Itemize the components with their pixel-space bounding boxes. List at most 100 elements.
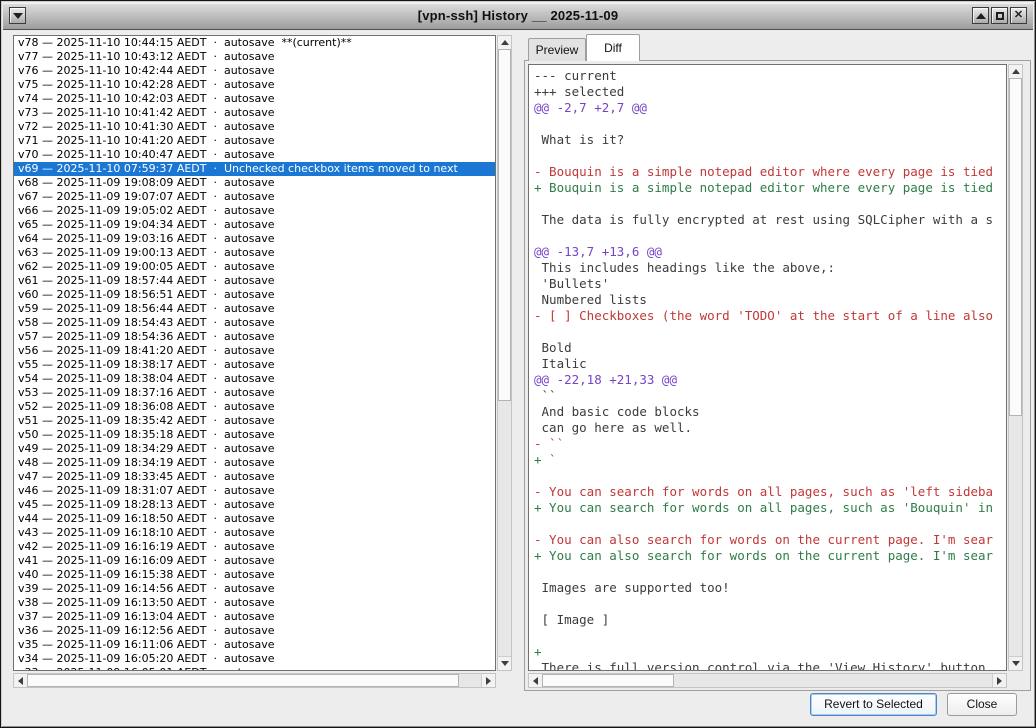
history-version-row[interactable]: v75 — 2025-11-10 10:42:28 AEDT · autosav… bbox=[14, 78, 495, 92]
scroll-down-icon bbox=[1012, 661, 1020, 666]
history-window: [vpn-ssh] History __ 2025-11-09 ✕ v78 — … bbox=[0, 0, 1036, 728]
history-list-hscrollbar[interactable] bbox=[13, 673, 496, 688]
history-version-row[interactable]: v43 — 2025-11-09 16:18:10 AEDT · autosav… bbox=[14, 526, 495, 540]
diff-line: + You can search for words on all pages,… bbox=[534, 500, 1006, 516]
tab-diff[interactable]: Diff bbox=[586, 34, 640, 61]
diff-hscroll-thumb[interactable] bbox=[542, 674, 674, 687]
diff-line bbox=[534, 468, 1006, 484]
diff-line: `` bbox=[534, 388, 1006, 404]
close-button[interactable]: Close bbox=[947, 693, 1017, 716]
history-version-row[interactable]: v66 — 2025-11-09 19:05:02 AEDT · autosav… bbox=[14, 204, 495, 218]
history-version-row[interactable]: v38 — 2025-11-09 16:13:50 AEDT · autosav… bbox=[14, 596, 495, 610]
shade-button[interactable] bbox=[972, 7, 989, 24]
history-version-row[interactable]: v60 — 2025-11-09 18:56:51 AEDT · autosav… bbox=[14, 288, 495, 302]
history-version-row[interactable]: v58 — 2025-11-09 18:54:43 AEDT · autosav… bbox=[14, 316, 495, 330]
diff-line: Bold bbox=[534, 340, 1006, 356]
history-version-row[interactable]: v71 — 2025-11-10 10:41:20 AEDT · autosav… bbox=[14, 134, 495, 148]
revert-to-selected-button[interactable]: Revert to Selected bbox=[810, 693, 937, 716]
history-version-row[interactable]: v41 — 2025-11-09 16:16:09 AEDT · autosav… bbox=[14, 554, 495, 568]
history-version-row[interactable]: v47 — 2025-11-09 18:33:45 AEDT · autosav… bbox=[14, 470, 495, 484]
shade-icon bbox=[976, 13, 986, 19]
history-version-row[interactable]: v78 — 2025-11-10 10:44:15 AEDT · autosav… bbox=[14, 36, 495, 50]
history-version-row[interactable]: v50 — 2025-11-09 18:35:18 AEDT · autosav… bbox=[14, 428, 495, 442]
history-list-vscrollbar[interactable] bbox=[497, 35, 512, 671]
diff-line: The data is fully encrypted at rest usin… bbox=[534, 212, 1006, 228]
diff-line: 'Bullets' bbox=[534, 276, 1006, 292]
history-version-row[interactable]: v48 — 2025-11-09 18:34:19 AEDT · autosav… bbox=[14, 456, 495, 470]
history-version-row[interactable]: v45 — 2025-11-09 18:28:13 AEDT · autosav… bbox=[14, 498, 495, 512]
diff-line: + bbox=[534, 644, 1006, 660]
scroll-down-arrow[interactable] bbox=[1009, 656, 1022, 670]
scroll-left-arrow[interactable] bbox=[14, 674, 28, 687]
history-version-row[interactable]: v46 — 2025-11-09 18:31:07 AEDT · autosav… bbox=[14, 484, 495, 498]
scroll-up-icon bbox=[501, 40, 509, 45]
scroll-up-icon bbox=[1012, 69, 1020, 74]
history-version-row[interactable]: v73 — 2025-11-10 10:41:42 AEDT · autosav… bbox=[14, 106, 495, 120]
history-version-row[interactable]: v39 — 2025-11-09 16:14:56 AEDT · autosav… bbox=[14, 582, 495, 596]
diff-line: And basic code blocks bbox=[534, 404, 1006, 420]
history-version-row[interactable]: v64 — 2025-11-09 19:03:16 AEDT · autosav… bbox=[14, 232, 495, 246]
diff-line: - [ ] Checkboxes (the word 'TODO' at the… bbox=[534, 308, 1006, 324]
history-version-row[interactable]: v44 — 2025-11-09 16:18:50 AEDT · autosav… bbox=[14, 512, 495, 526]
scroll-right-icon bbox=[997, 677, 1002, 685]
history-version-row[interactable]: v57 — 2025-11-09 18:54:36 AEDT · autosav… bbox=[14, 330, 495, 344]
scroll-up-arrow[interactable] bbox=[1009, 65, 1022, 79]
diff-line: This includes headings like the above,: bbox=[534, 260, 1006, 276]
maximize-button[interactable] bbox=[991, 7, 1008, 24]
scroll-left-icon bbox=[533, 677, 538, 685]
history-version-row[interactable]: v33 — 2025-11-09 16:05:01 AEDT · autosav… bbox=[14, 666, 495, 671]
scroll-right-arrow[interactable] bbox=[481, 674, 495, 687]
diff-line: Italic bbox=[534, 356, 1006, 372]
history-version-row[interactable]: v69 — 2025-11-10 07:59:37 AEDT · Uncheck… bbox=[14, 162, 495, 176]
history-version-row[interactable]: v68 — 2025-11-09 19:08:09 AEDT · autosav… bbox=[14, 176, 495, 190]
tab-preview[interactable]: Preview bbox=[528, 38, 586, 61]
history-version-row[interactable]: v40 — 2025-11-09 16:15:38 AEDT · autosav… bbox=[14, 568, 495, 582]
history-version-row[interactable]: v62 — 2025-11-09 19:00:05 AEDT · autosav… bbox=[14, 260, 495, 274]
history-version-row[interactable]: v70 — 2025-11-10 10:40:47 AEDT · autosav… bbox=[14, 148, 495, 162]
diff-line bbox=[534, 596, 1006, 612]
history-version-row[interactable]: v63 — 2025-11-09 19:00:13 AEDT · autosav… bbox=[14, 246, 495, 260]
history-version-row[interactable]: v61 — 2025-11-09 18:57:44 AEDT · autosav… bbox=[14, 274, 495, 288]
scroll-up-arrow[interactable] bbox=[498, 36, 511, 50]
history-list-vscroll-thumb[interactable] bbox=[498, 49, 511, 401]
history-version-row[interactable]: v36 — 2025-11-09 16:12:56 AEDT · autosav… bbox=[14, 624, 495, 638]
history-version-row[interactable]: v35 — 2025-11-09 16:11:06 AEDT · autosav… bbox=[14, 638, 495, 652]
diff-line: +++ selected bbox=[534, 84, 1006, 100]
scroll-down-arrow[interactable] bbox=[498, 656, 511, 670]
title-bar[interactable]: [vpn-ssh] History __ 2025-11-09 ✕ bbox=[3, 3, 1033, 30]
diff-hscrollbar[interactable] bbox=[528, 673, 1007, 688]
history-version-row[interactable]: v72 — 2025-11-10 10:41:30 AEDT · autosav… bbox=[14, 120, 495, 134]
close-window-button[interactable]: ✕ bbox=[1010, 7, 1027, 24]
history-version-row[interactable]: v59 — 2025-11-09 18:56:44 AEDT · autosav… bbox=[14, 302, 495, 316]
diff-vscroll-thumb[interactable] bbox=[1009, 78, 1022, 416]
history-version-row[interactable]: v54 — 2025-11-09 18:38:04 AEDT · autosav… bbox=[14, 372, 495, 386]
history-list[interactable]: v78 — 2025-11-10 10:44:15 AEDT · autosav… bbox=[13, 35, 496, 671]
scroll-right-arrow[interactable] bbox=[992, 674, 1006, 687]
diff-line bbox=[534, 116, 1006, 132]
history-version-row[interactable]: v77 — 2025-11-10 10:43:12 AEDT · autosav… bbox=[14, 50, 495, 64]
diff-line: - Bouquin is a simple notepad editor whe… bbox=[534, 164, 1006, 180]
diff-line: - `` bbox=[534, 436, 1006, 452]
diff-text-area[interactable]: --- current+++ selected@@ -2,7 +2,7 @@ W… bbox=[528, 64, 1007, 671]
history-version-row[interactable]: v51 — 2025-11-09 18:35:42 AEDT · autosav… bbox=[14, 414, 495, 428]
history-version-row[interactable]: v42 — 2025-11-09 16:16:19 AEDT · autosav… bbox=[14, 540, 495, 554]
history-version-row[interactable]: v65 — 2025-11-09 19:04:34 AEDT · autosav… bbox=[14, 218, 495, 232]
history-version-row[interactable]: v49 — 2025-11-09 18:34:29 AEDT · autosav… bbox=[14, 442, 495, 456]
history-version-row[interactable]: v67 — 2025-11-09 19:07:07 AEDT · autosav… bbox=[14, 190, 495, 204]
scroll-left-arrow[interactable] bbox=[529, 674, 543, 687]
diff-line: + ` bbox=[534, 452, 1006, 468]
history-version-row[interactable]: v52 — 2025-11-09 18:36:08 AEDT · autosav… bbox=[14, 400, 495, 414]
history-version-row[interactable]: v56 — 2025-11-09 18:41:20 AEDT · autosav… bbox=[14, 344, 495, 358]
history-version-row[interactable]: v55 — 2025-11-09 18:38:17 AEDT · autosav… bbox=[14, 358, 495, 372]
history-list-hscroll-thumb[interactable] bbox=[27, 674, 459, 687]
diff-line: --- current bbox=[534, 68, 1006, 84]
history-version-row[interactable]: v76 — 2025-11-10 10:42:44 AEDT · autosav… bbox=[14, 64, 495, 78]
diff-line bbox=[534, 516, 1006, 532]
history-version-row[interactable]: v74 — 2025-11-10 10:42:03 AEDT · autosav… bbox=[14, 92, 495, 106]
diff-line bbox=[534, 564, 1006, 580]
diff-line: + You can also search for words on the c… bbox=[534, 548, 1006, 564]
history-version-row[interactable]: v53 — 2025-11-09 18:37:16 AEDT · autosav… bbox=[14, 386, 495, 400]
diff-vscrollbar[interactable] bbox=[1008, 64, 1023, 671]
history-version-row[interactable]: v34 — 2025-11-09 16:05:20 AEDT · autosav… bbox=[14, 652, 495, 666]
history-version-row[interactable]: v37 — 2025-11-09 16:13:04 AEDT · autosav… bbox=[14, 610, 495, 624]
